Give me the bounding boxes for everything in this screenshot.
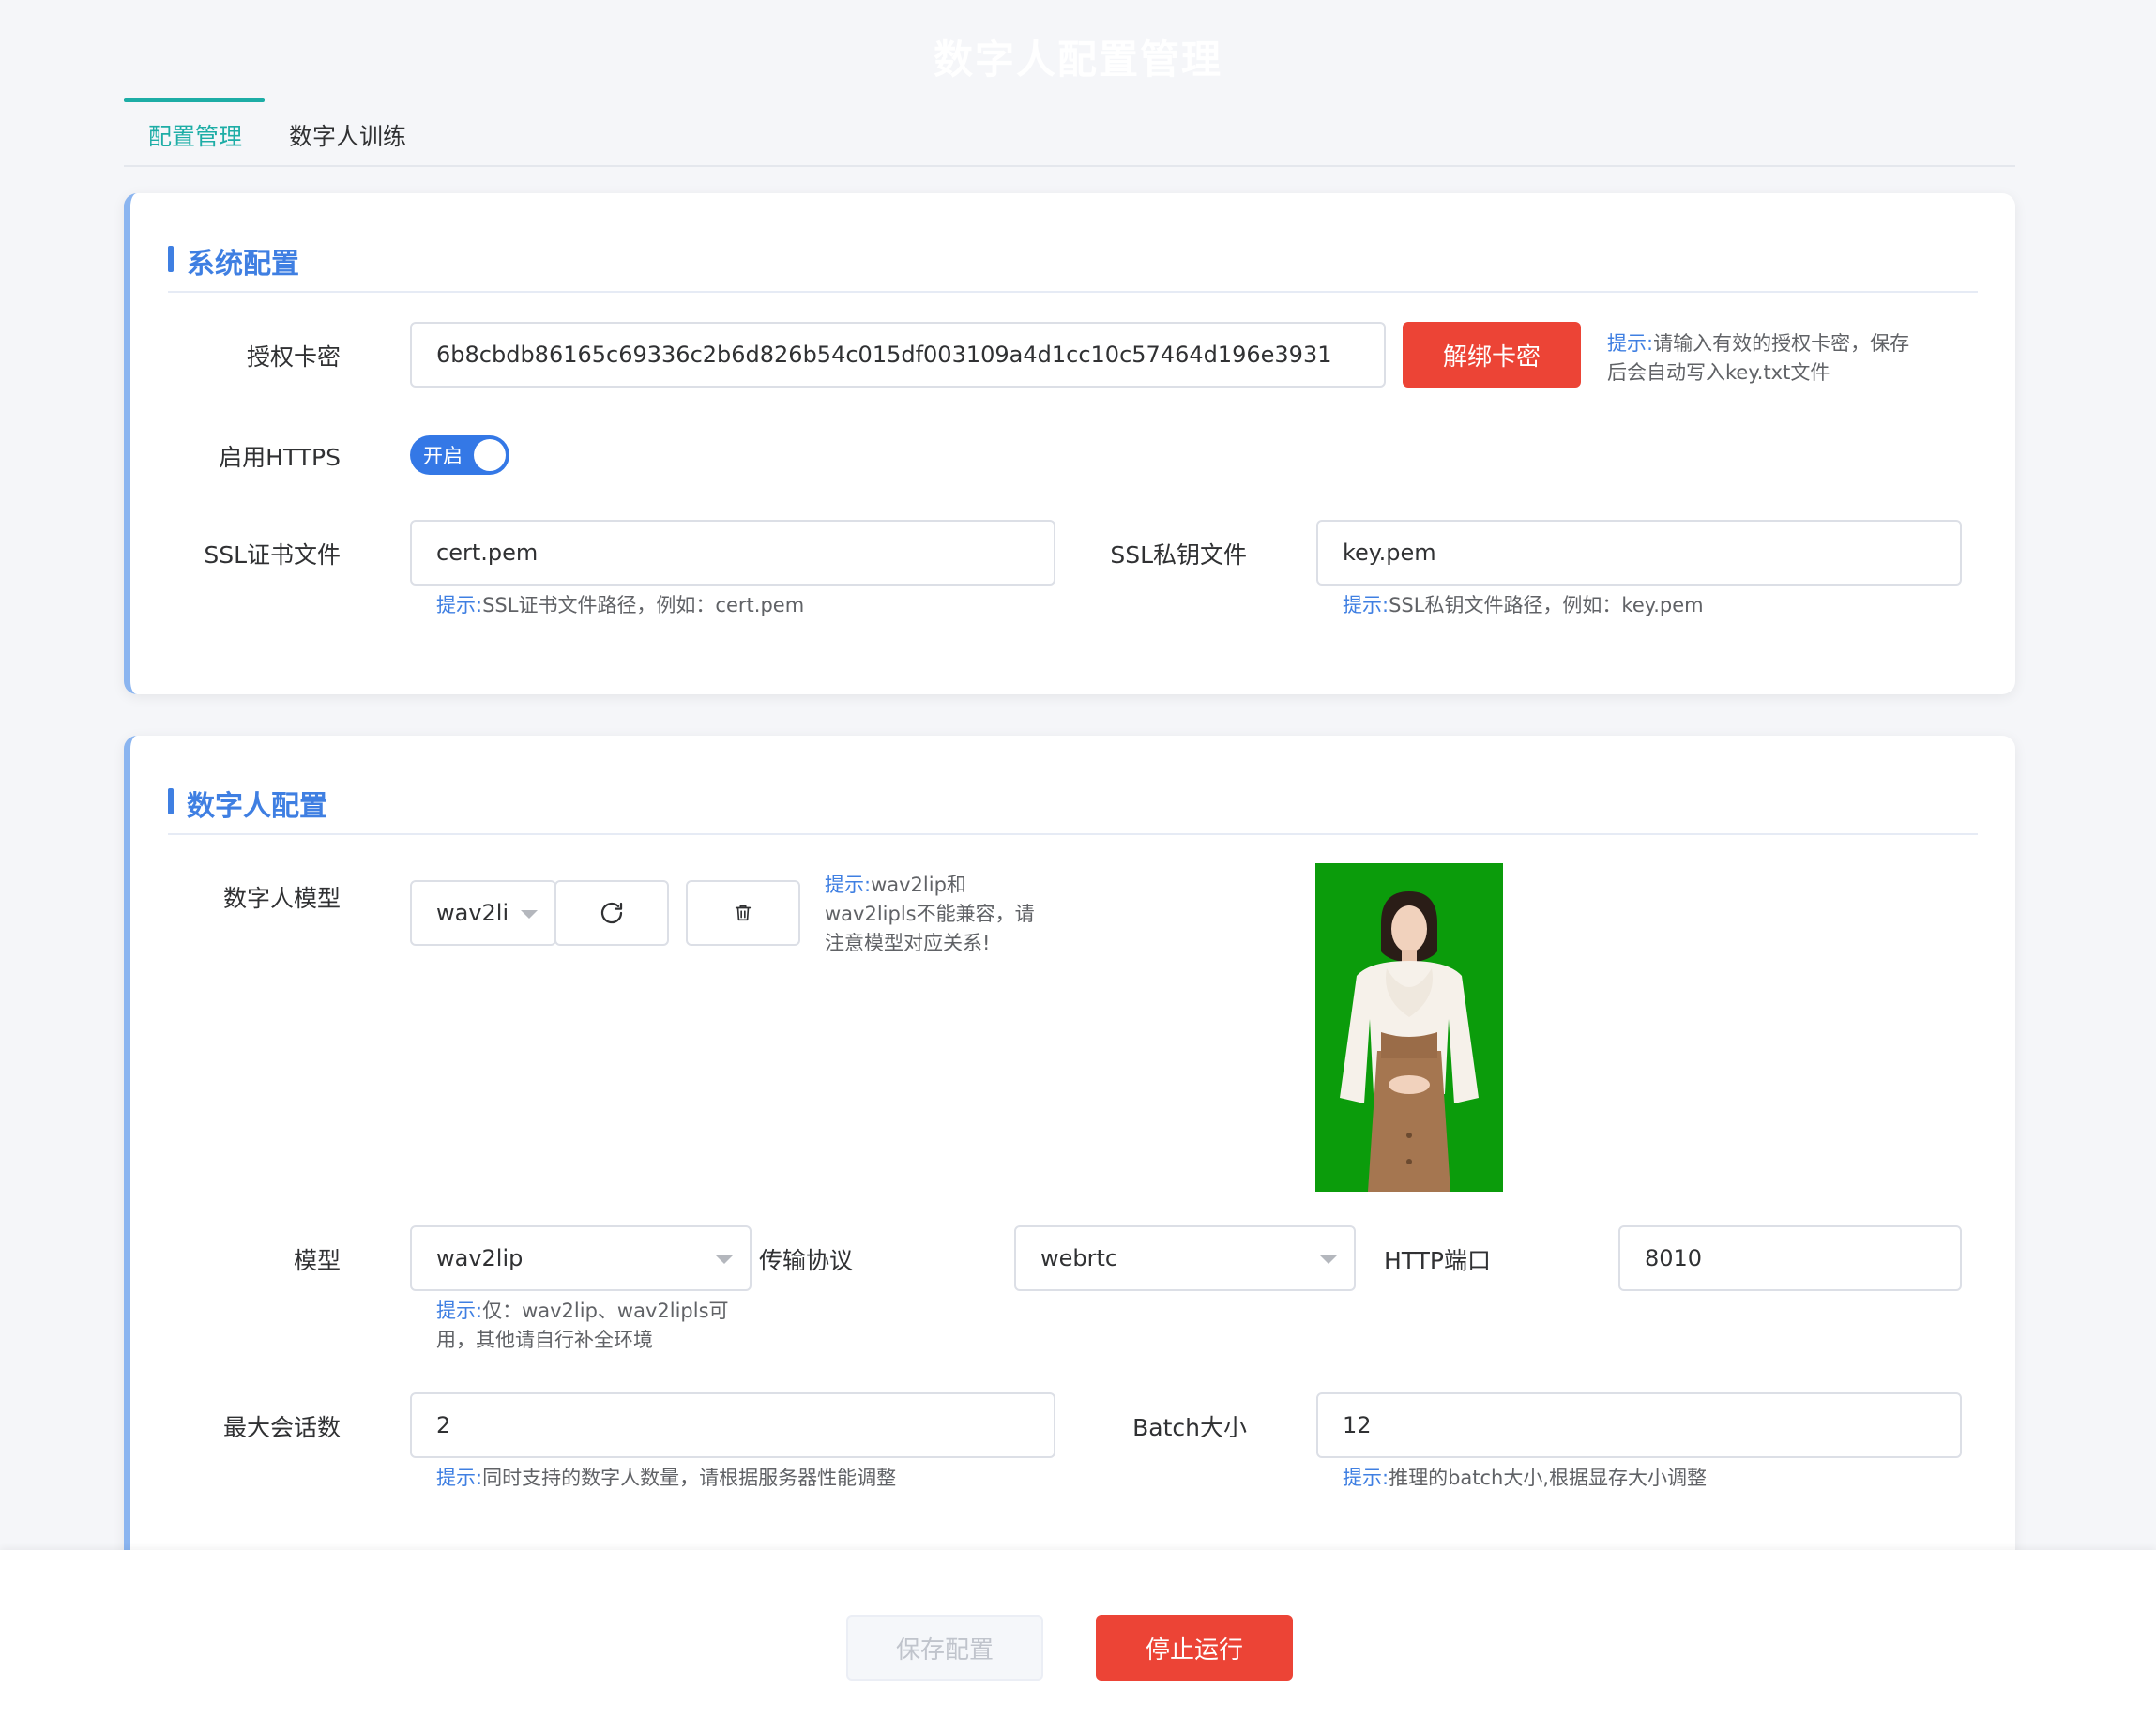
avatar-preview-image bbox=[1315, 863, 1503, 1192]
delete-button[interactable] bbox=[686, 880, 800, 946]
license-value: 6b8cbdb86165c69336c2b6d826b54c015df00310… bbox=[436, 342, 1332, 368]
trash-icon bbox=[735, 905, 752, 921]
hint-text: 请输入有效的授权卡密，保存 bbox=[1653, 332, 1910, 355]
refresh-icon bbox=[600, 902, 623, 924]
divider bbox=[168, 291, 1978, 293]
avatar-config-title: 数字人配置 bbox=[168, 783, 327, 824]
avatar-model-select[interactable]: wav2li bbox=[410, 880, 556, 946]
model-label: 模型 bbox=[293, 1247, 341, 1274]
http-port-value: 8010 bbox=[1645, 1245, 1703, 1271]
ssl-cert-value: cert.pem bbox=[436, 540, 539, 566]
divider bbox=[168, 833, 1978, 835]
license-input[interactable]: 6b8cbdb86165c69336c2b6d826b54c015df00310… bbox=[410, 322, 1386, 388]
hint-key: 提示: bbox=[1607, 332, 1654, 355]
hint-text: SSL证书文件路径，例如：cert.pem bbox=[482, 594, 805, 616]
hint-text: SSL私钥文件路径，例如：key.pem bbox=[1389, 594, 1704, 616]
hint-text: 同时支持的数字人数量，请根据服务器性能调整 bbox=[482, 1467, 897, 1489]
hint-text: 后会自动写入key.txt文件 bbox=[1607, 361, 1830, 384]
model-select[interactable]: wav2lip bbox=[410, 1225, 752, 1291]
license-hint: 提示:请输入有效的授权卡密，保存 后会自动写入key.txt文件 bbox=[1607, 329, 1982, 388]
hint-key: 提示: bbox=[436, 1300, 483, 1322]
transport-label: 传输协议 bbox=[758, 1247, 853, 1274]
refresh-button[interactable] bbox=[554, 880, 669, 946]
model-hint: 提示:仅：wav2lip、wav2lipls可 用，其他请自行补全环境 bbox=[436, 1297, 755, 1355]
avatar-model-hint: 提示:wav2lip和 wav2lipls不能兼容，请 注意模型对应关系! bbox=[825, 871, 1069, 958]
system-config-card: 系统配置 授权卡密 6b8cbdb86165c69336c2b6d826b54c… bbox=[124, 193, 2015, 694]
hint-text: 推理的batch大小,根据显存大小调整 bbox=[1389, 1467, 1708, 1489]
avatar-model-value: wav2li bbox=[436, 900, 509, 926]
chevron-down-icon bbox=[1320, 1255, 1337, 1264]
http-port-input[interactable]: 8010 bbox=[1618, 1225, 1962, 1291]
batch-size-hint: 提示:推理的batch大小,根据显存大小调整 bbox=[1343, 1464, 1707, 1493]
tab-bar: 配置管理 数字人训练 bbox=[124, 98, 2015, 167]
hint-key: 提示: bbox=[1343, 1467, 1389, 1489]
ssl-cert-hint: 提示:SSL证书文件路径，例如：cert.pem bbox=[436, 591, 804, 620]
hint-key: 提示: bbox=[1343, 594, 1389, 616]
system-config-title: 系统配置 bbox=[168, 240, 299, 281]
hint-text: 注意模型对应关系! bbox=[825, 932, 991, 954]
model-value: wav2lip bbox=[436, 1245, 524, 1271]
ssl-key-hint: 提示:SSL私钥文件路径，例如：key.pem bbox=[1343, 591, 1704, 620]
ssl-key-label: SSL私钥文件 bbox=[1110, 541, 1247, 569]
batch-size-value: 12 bbox=[1343, 1412, 1372, 1438]
hint-text: wav2lip和 bbox=[871, 874, 966, 896]
ssl-cert-input[interactable]: cert.pem bbox=[410, 520, 1055, 586]
avatar-config-card: 数字人配置 数字人模型 wav2li 提示:wav2lip和 wav2lipls… bbox=[124, 736, 2015, 1580]
batch-size-input[interactable]: 12 bbox=[1316, 1392, 1962, 1458]
hint-key: 提示: bbox=[825, 874, 872, 896]
ssl-key-value: key.pem bbox=[1343, 540, 1436, 566]
tab-avatar-training[interactable]: 数字人训练 bbox=[289, 118, 406, 152]
http-port-label: HTTP端口 bbox=[1384, 1247, 1491, 1274]
transport-select[interactable]: webrtc bbox=[1014, 1225, 1356, 1291]
max-sessions-value: 2 bbox=[436, 1412, 451, 1438]
unbind-license-button[interactable]: 解绑卡密 bbox=[1403, 322, 1581, 388]
tab-config-management[interactable]: 配置管理 bbox=[148, 118, 242, 152]
hint-text: wav2lipls不能兼容，请 bbox=[825, 903, 1035, 925]
license-label: 授权卡密 bbox=[246, 343, 341, 371]
hint-text: 用，其他请自行补全环境 bbox=[436, 1329, 653, 1351]
hint-text: 仅：wav2lip、wav2lipls可 bbox=[482, 1300, 729, 1322]
active-tab-indicator bbox=[124, 98, 265, 102]
toggle-text: 开启 bbox=[423, 445, 463, 467]
hint-key: 提示: bbox=[436, 1467, 483, 1489]
hint-key: 提示: bbox=[436, 594, 483, 616]
max-sessions-hint: 提示:同时支持的数字人数量，请根据服务器性能调整 bbox=[436, 1464, 896, 1493]
ssl-cert-label: SSL证书文件 bbox=[204, 541, 341, 569]
max-sessions-input[interactable]: 2 bbox=[410, 1392, 1055, 1458]
footer-bar bbox=[0, 1550, 2156, 1734]
ssl-key-input[interactable]: key.pem bbox=[1316, 520, 1962, 586]
batch-size-label: Batch大小 bbox=[1132, 1414, 1247, 1441]
chevron-down-icon bbox=[521, 910, 538, 919]
page-title: 数字人配置管理 bbox=[933, 37, 1222, 83]
avatar-figure-illustration bbox=[1315, 863, 1503, 1192]
save-config-button[interactable]: 保存配置 bbox=[846, 1615, 1043, 1681]
avatar-model-label: 数字人模型 bbox=[222, 885, 341, 912]
https-label: 启用HTTPS bbox=[219, 444, 341, 471]
transport-value: webrtc bbox=[1040, 1245, 1118, 1271]
toggle-knob bbox=[474, 439, 506, 471]
stop-running-button[interactable]: 停止运行 bbox=[1096, 1615, 1293, 1681]
https-toggle[interactable]: 开启 bbox=[410, 435, 509, 475]
max-sessions-label: 最大会话数 bbox=[222, 1414, 341, 1441]
